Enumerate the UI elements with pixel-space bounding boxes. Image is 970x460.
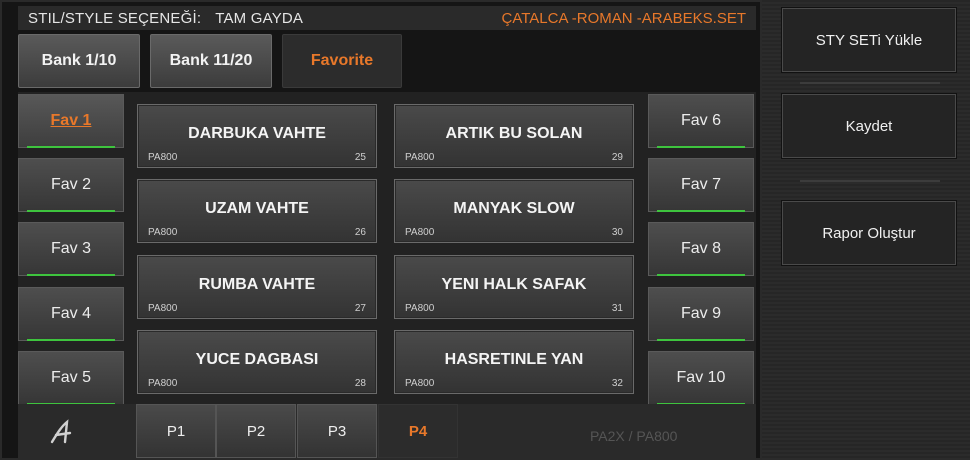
style-name: UZAM VAHTE (205, 200, 309, 217)
style-name: MANYAK SLOW (453, 200, 575, 217)
style-button-32[interactable]: HASRETINLE YAN PA800 32 (394, 330, 634, 394)
style-button-30[interactable]: MANYAK SLOW PA800 30 (394, 179, 634, 243)
fav-7-button[interactable]: Fav 7 (648, 158, 754, 212)
style-grid (18, 92, 756, 404)
header-mode: TAM GAYDA (215, 9, 304, 27)
page-tab-p3[interactable]: P3 (297, 404, 377, 458)
style-name: ARTIK BU SOLAN (445, 125, 583, 142)
tab-bank-11-20[interactable]: Bank 11/20 (150, 34, 272, 88)
page-tab-p4[interactable]: P4 (378, 404, 458, 458)
style-number: 28 (354, 378, 366, 389)
fav-6-button[interactable]: Fav 6 (648, 94, 754, 148)
script-a-logo-icon (50, 419, 72, 444)
fav-1-button[interactable]: Fav 1 (18, 94, 124, 148)
style-model: PA800 (148, 378, 178, 389)
tab-favorite[interactable]: Favorite (282, 34, 402, 88)
style-number: 31 (611, 303, 623, 314)
style-name: RUMBA VAHTE (198, 276, 316, 293)
title-bar: STIL/STYLE SEÇENEĞİ: TAM GAYDA ÇATALCA -R… (18, 6, 756, 30)
style-model: PA800 (405, 303, 435, 314)
header-left: STIL/STYLE SEÇENEĞİ: TAM GAYDA (28, 10, 303, 27)
style-model: PA800 (405, 378, 435, 389)
style-button-31[interactable]: YENI HALK SAFAK PA800 31 (394, 255, 634, 319)
style-button-26[interactable]: UZAM VAHTE PA800 26 (137, 179, 377, 243)
style-button-25[interactable]: DARBUKA VAHTE PA800 25 (137, 104, 377, 168)
fav-5-button[interactable]: Fav 5 (18, 351, 124, 405)
fav-3-button[interactable]: Fav 3 (18, 222, 124, 276)
device-label: PA2X / PA800 (590, 428, 678, 444)
style-number: 30 (611, 227, 623, 238)
sidebar-divider (800, 82, 940, 84)
style-model: PA800 (405, 152, 435, 163)
style-name: YUCE DAGBASI (195, 351, 319, 368)
save-button[interactable]: Kaydet (782, 94, 956, 158)
style-number: 27 (354, 303, 366, 314)
style-model: PA800 (405, 227, 435, 238)
fav-9-button[interactable]: Fav 9 (648, 287, 754, 341)
fav-10-button[interactable]: Fav 10 (648, 351, 754, 405)
style-number: 29 (611, 152, 623, 163)
style-number: 32 (611, 378, 623, 389)
style-model: PA800 (148, 152, 178, 163)
style-model: PA800 (148, 227, 178, 238)
generate-report-button[interactable]: Rapor Oluştur (782, 201, 956, 265)
style-button-29[interactable]: ARTIK BU SOLAN PA800 29 (394, 104, 634, 168)
style-name: HASRETINLE YAN (444, 351, 584, 368)
header-label: STIL/STYLE SEÇENEĞİ: (28, 9, 202, 27)
tab-bank-1-10[interactable]: Bank 1/10 (18, 34, 140, 88)
style-button-27[interactable]: RUMBA VAHTE PA800 27 (137, 255, 377, 319)
style-number: 25 (354, 152, 366, 163)
style-name: YENI HALK SAFAK (441, 276, 587, 293)
set-name: ÇATALCA -ROMAN -ARABEKS.SET (501, 9, 747, 27)
page-tab-p1[interactable]: P1 (136, 404, 216, 458)
style-number: 26 (354, 227, 366, 238)
page-tab-p2[interactable]: P2 (216, 404, 296, 458)
style-model: PA800 (148, 303, 178, 314)
sidebar-divider (800, 180, 940, 182)
style-button-28[interactable]: YUCE DAGBASI PA800 28 (137, 330, 377, 394)
fav-4-button[interactable]: Fav 4 (18, 287, 124, 341)
style-name: DARBUKA VAHTE (188, 125, 326, 142)
load-style-set-button[interactable]: STY SETi Yükle (782, 8, 956, 72)
fav-2-button[interactable]: Fav 2 (18, 158, 124, 212)
fav-8-button[interactable]: Fav 8 (648, 222, 754, 276)
